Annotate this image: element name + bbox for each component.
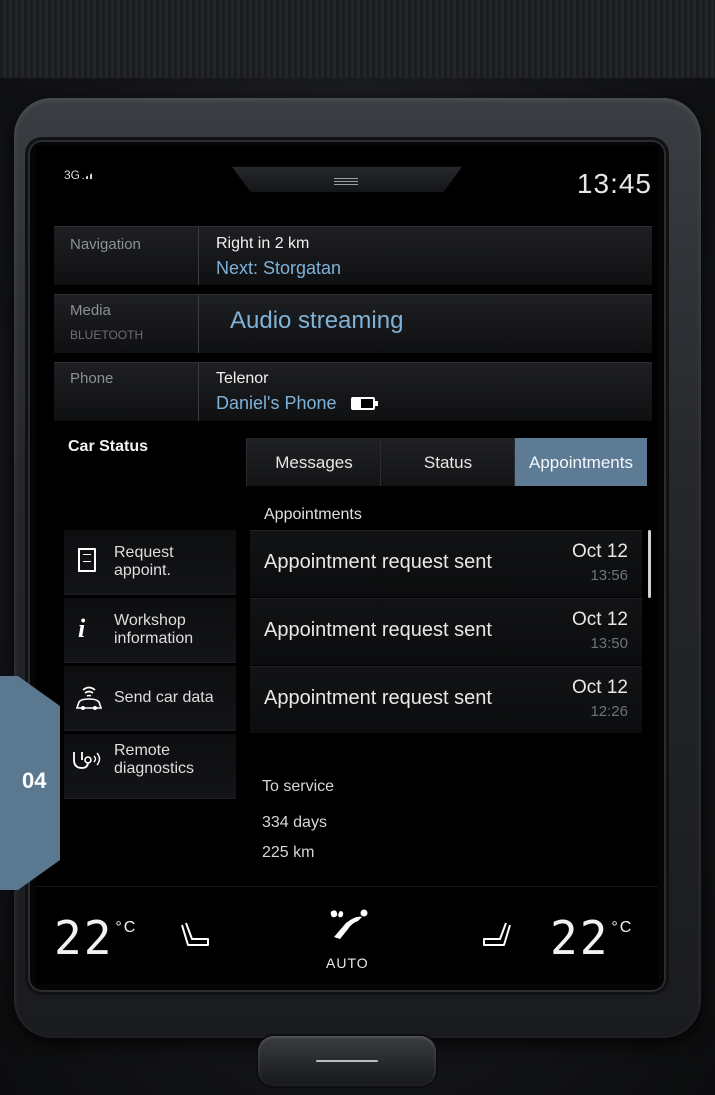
request-appointment-label: Request appoint. bbox=[114, 544, 174, 579]
send-car-data-button[interactable]: Send car data bbox=[64, 666, 236, 731]
tile-divider bbox=[198, 227, 199, 285]
service-distance: 225 km bbox=[262, 844, 315, 861]
fan-icon[interactable] bbox=[326, 907, 372, 943]
phone-carrier: Telenor bbox=[216, 370, 269, 387]
appointment-date: Oct 12 bbox=[572, 541, 628, 562]
tab-appointments[interactable]: Appointments bbox=[514, 438, 647, 486]
appointment-time: 13:50 bbox=[590, 635, 628, 652]
tile-navigation-label: Navigation bbox=[70, 236, 141, 253]
top-view-pull-handle[interactable] bbox=[232, 166, 462, 192]
appointment-time: 12:26 bbox=[590, 703, 628, 720]
tile-divider bbox=[198, 295, 199, 353]
home-button[interactable] bbox=[258, 1036, 436, 1086]
fan-mode-label: AUTO bbox=[326, 955, 369, 971]
signal-indicator: 3G bbox=[64, 168, 97, 182]
signal-bars-icon bbox=[82, 171, 97, 179]
phone-device-name: Daniel's Phone bbox=[216, 393, 337, 413]
appointment-message: Appointment request sent bbox=[264, 551, 492, 573]
temperature-unit: °C bbox=[115, 919, 138, 936]
tab-bar: Messages Status Appointments bbox=[246, 438, 648, 486]
appointment-date: Oct 12 bbox=[572, 609, 628, 630]
appointment-message: Appointment request sent bbox=[264, 687, 492, 709]
status-bar: 3G 13:45 bbox=[36, 146, 658, 222]
send-car-data-label: Send car data bbox=[114, 689, 214, 706]
phone-device-row: Daniel's Phone bbox=[216, 393, 379, 414]
tab-messages[interactable]: Messages bbox=[246, 438, 381, 486]
media-source: BLUETOOTH bbox=[70, 328, 144, 342]
workshop-information-button[interactable]: i Workshop information bbox=[64, 598, 236, 663]
workshop-information-label: Workshop information bbox=[114, 612, 194, 647]
battery-icon bbox=[350, 397, 379, 410]
appointment-message: Appointment request sent bbox=[264, 619, 492, 641]
right-temperature-control[interactable]: 22 °C bbox=[550, 911, 633, 965]
service-label: To service bbox=[262, 778, 335, 795]
appointment-row[interactable]: Appointment request sent Oct 12 12:26 bbox=[250, 666, 642, 733]
air-vent bbox=[0, 0, 715, 80]
tile-phone[interactable]: Phone Telenor Daniel's Phone bbox=[54, 362, 652, 421]
request-appointment-button[interactable]: Request appoint. bbox=[64, 530, 236, 595]
app-title: Car Status bbox=[68, 438, 149, 455]
car-data-icon bbox=[75, 686, 103, 710]
tile-navigation[interactable]: Navigation Right in 2 km Next: Storgatan bbox=[54, 226, 652, 285]
temperature-unit: °C bbox=[611, 919, 634, 936]
network-type: 3G bbox=[64, 168, 81, 182]
climate-bar: 22 °C AUTO 22 °C bbox=[36, 886, 658, 984]
tile-media-label: Media bbox=[70, 302, 111, 319]
home-button-line bbox=[316, 1060, 378, 1062]
clock: 13:45 bbox=[576, 168, 652, 199]
tab-status[interactable]: Status bbox=[380, 438, 515, 486]
left-temperature-control[interactable]: 22 °C bbox=[54, 911, 137, 965]
right-seat-heat-icon[interactable] bbox=[480, 921, 514, 953]
appointment-row[interactable]: Appointment request sent Oct 12 13:50 bbox=[250, 598, 642, 665]
left-seat-heat-icon[interactable] bbox=[178, 921, 212, 953]
chapter-number: 04 bbox=[22, 768, 47, 793]
navigation-next-street: Next: Storgatan bbox=[216, 258, 342, 278]
stethoscope-icon bbox=[73, 752, 101, 769]
scrollbar[interactable] bbox=[648, 530, 651, 598]
remote-diagnostics-label: Remote diagnostics bbox=[114, 742, 195, 777]
appointment-date: Oct 12 bbox=[572, 677, 628, 698]
tile-phone-label: Phone bbox=[70, 370, 114, 387]
section-title: Appointments bbox=[264, 506, 362, 523]
center-display: 3G 13:45 Navigation Right in 2 km Next: … bbox=[36, 146, 658, 984]
media-title: Audio streaming bbox=[230, 307, 404, 334]
navigation-instruction: Right in 2 km bbox=[216, 235, 310, 252]
appointment-row[interactable]: Appointment request sent Oct 12 13:56 bbox=[250, 530, 642, 597]
document-icon bbox=[78, 548, 96, 572]
service-days: 334 days bbox=[262, 814, 327, 831]
left-temperature-value: 22 bbox=[54, 911, 114, 965]
tile-media[interactable]: Media BLUETOOTH Audio streaming bbox=[54, 294, 652, 353]
remote-diagnostics-button[interactable]: Remote diagnostics bbox=[64, 734, 236, 799]
appointment-time: 13:56 bbox=[590, 567, 628, 584]
right-temperature-value: 22 bbox=[550, 911, 610, 965]
grip-lines-icon bbox=[334, 178, 358, 186]
tile-divider bbox=[198, 363, 199, 421]
info-icon: i bbox=[78, 614, 86, 643]
